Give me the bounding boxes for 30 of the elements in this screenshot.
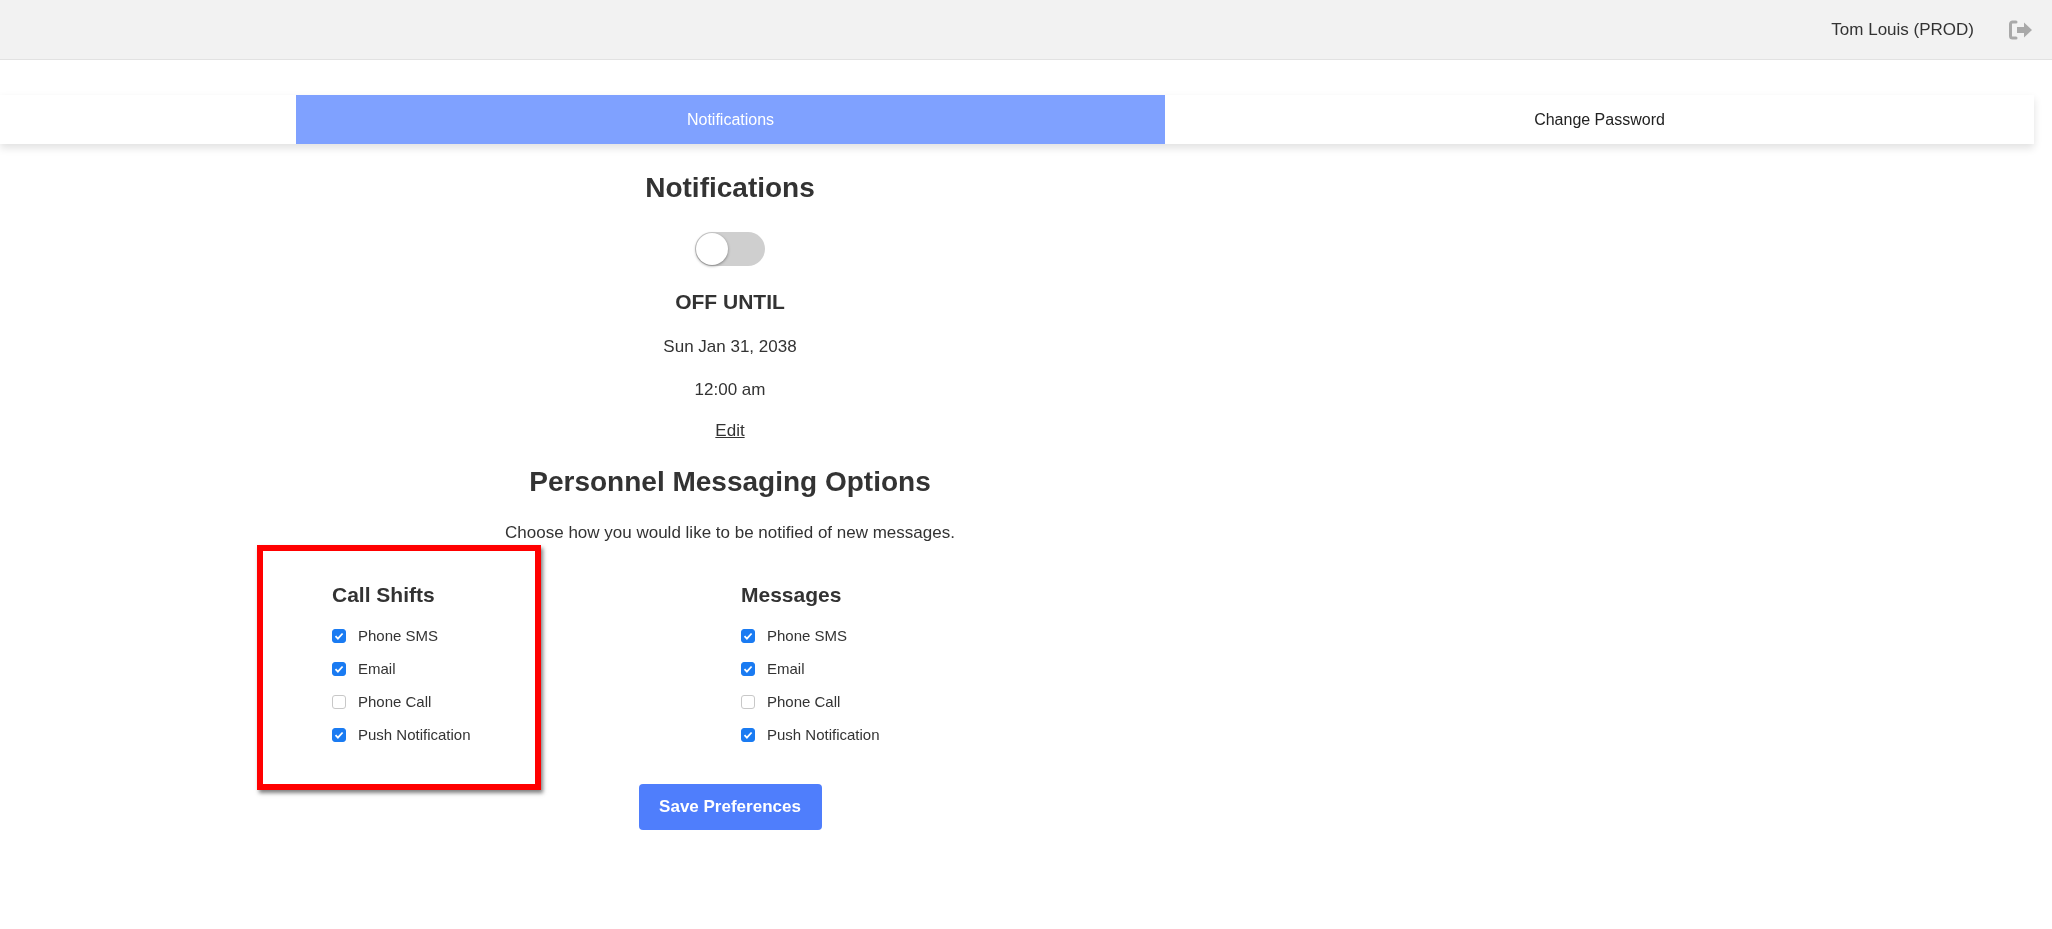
option-label: Phone SMS [767, 627, 848, 644]
status-label: OFF UNTIL [675, 290, 785, 314]
option-label: Email [767, 660, 805, 677]
save-preferences-button[interactable]: Save Preferences [638, 784, 822, 830]
checkbox[interactable] [741, 727, 755, 742]
checkbox[interactable] [332, 694, 346, 709]
option-label: Phone Call [358, 693, 432, 710]
checkbox[interactable] [741, 694, 755, 709]
option-label: Phone Call [767, 693, 841, 710]
time-text: 12:00 am [694, 379, 766, 400]
checkbox[interactable] [332, 727, 346, 742]
option-label: Phone SMS [358, 627, 439, 644]
checkbox[interactable] [332, 661, 346, 676]
checkbox[interactable] [741, 661, 755, 676]
option-label: Email [358, 660, 396, 677]
group-heading: Messages [741, 583, 843, 607]
user-name: Tom Louis (PROD) [1831, 19, 1974, 40]
logout-icon[interactable] [2008, 18, 2034, 41]
tab[interactable]: Change Password [1165, 95, 2034, 144]
checkbox[interactable] [741, 628, 755, 643]
section-heading: Personnel Messaging Options [529, 465, 931, 499]
group-heading: Call Shifts [332, 583, 436, 607]
option-label: Push Notification [358, 726, 471, 743]
description-text: Choose how you would like to be notified of new messages. [505, 523, 955, 543]
option-label: Push Notification [767, 726, 880, 743]
toggle-switch[interactable] [695, 232, 765, 266]
checkbox[interactable] [332, 628, 346, 643]
section-heading: Notifications [645, 171, 815, 205]
edit-link[interactable]: Edit [715, 420, 745, 441]
date-text: Sun Jan 31, 2038 [663, 336, 797, 357]
